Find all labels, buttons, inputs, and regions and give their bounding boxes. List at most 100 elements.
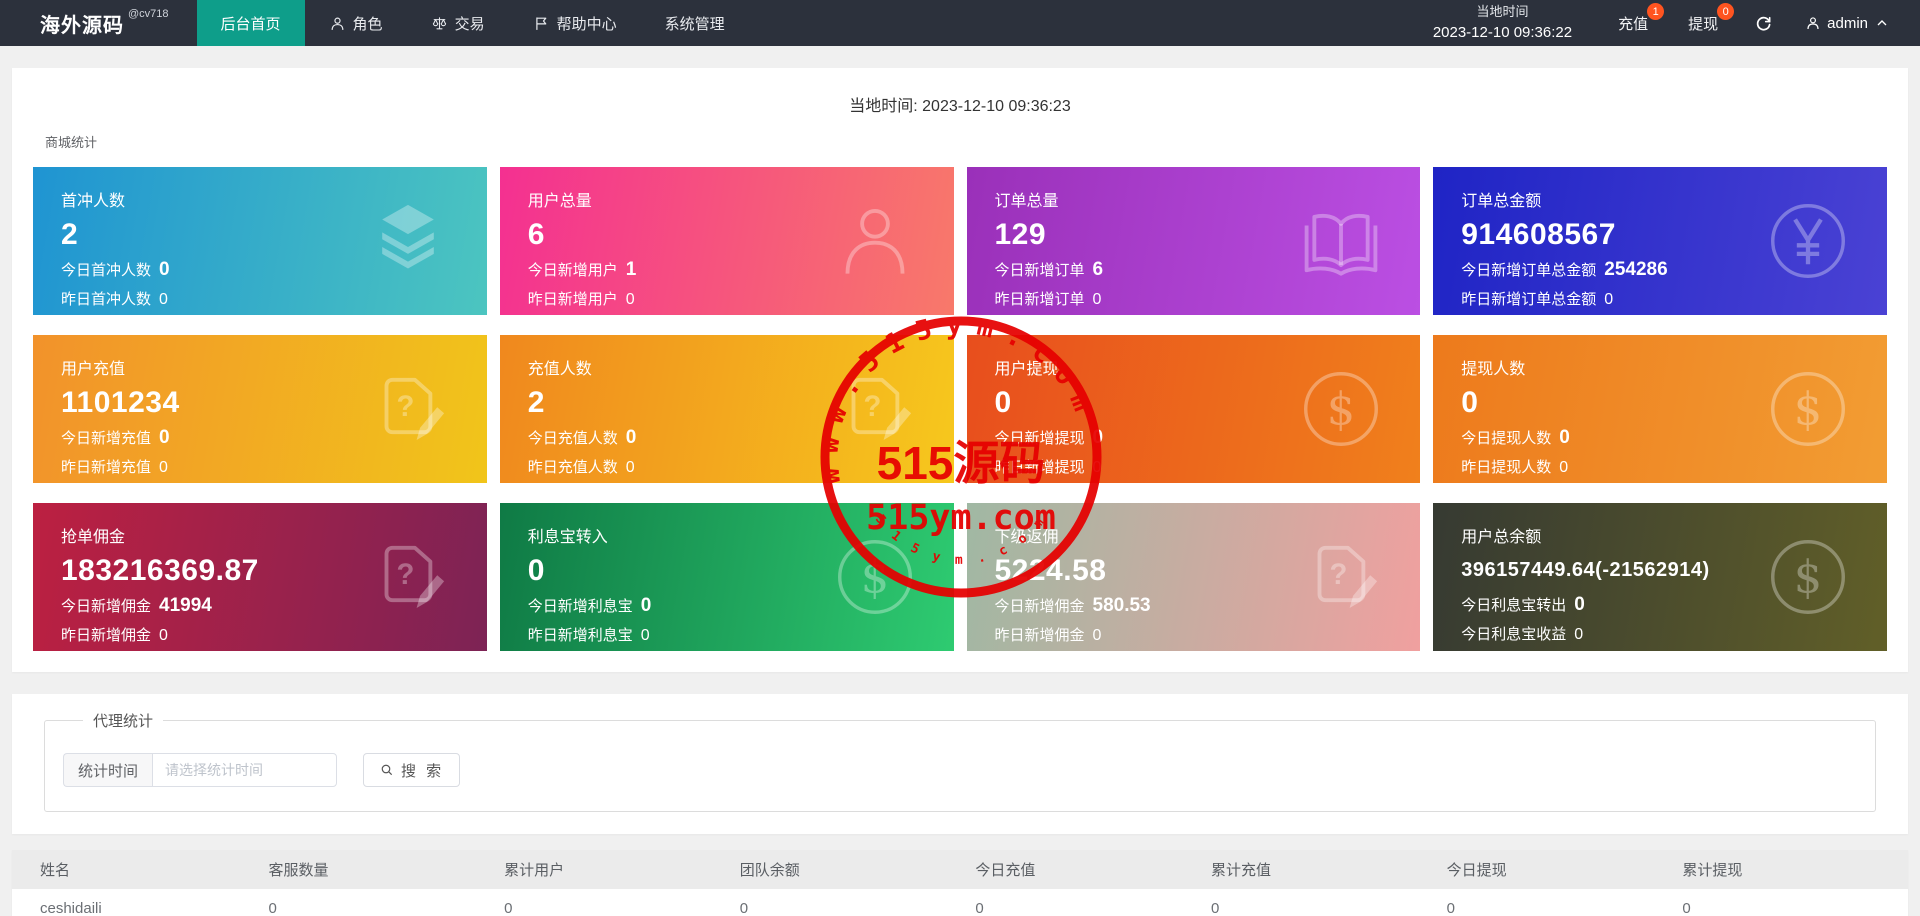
stat-line1-label: 今日新增订单	[994, 262, 1085, 279]
stat-card[interactable]: 用户充值 1101234 今日新增充值 0 昨日新增充值 0 ?	[33, 335, 487, 483]
stat-time-input[interactable]	[152, 753, 338, 787]
file-edit-icon: ?	[1298, 534, 1384, 620]
stat-line2-value: 0	[1559, 459, 1569, 476]
stat-card[interactable]: 利息宝转入 0 今日新增利息宝 0 昨日新增利息宝 0 $	[499, 503, 954, 651]
stat-line1-value: 6	[1092, 259, 1104, 280]
stat-line1-label: 今日新增佣金	[61, 598, 152, 615]
nav-item-label: 角色	[352, 15, 383, 33]
table-row[interactable]: ceshidaili 0 0 0 0 0 0 0	[12, 889, 1908, 916]
file-edit-icon: ?	[832, 366, 918, 452]
stat-card[interactable]: 提现人数 0 今日提现人数 0 昨日提现人数 0 $	[1433, 335, 1887, 483]
stat-card[interactable]: 首冲人数 2 今日首冲人数 0 昨日首冲人数 0	[33, 167, 487, 315]
brand[interactable]: 海外源码 @cv718	[0, 0, 197, 46]
yen-icon	[1765, 198, 1851, 284]
dollar-icon: $	[1765, 366, 1851, 452]
agent-table-header: 今日提现	[1436, 850, 1673, 889]
stat-card[interactable]: 下级返佣 5224.58 今日新增佣金 580.53 昨日新增佣金 0 ?	[966, 503, 1421, 651]
table-cell: 0	[258, 889, 495, 916]
nav-item[interactable]: 系统管理	[641, 0, 749, 46]
svg-text:?: ?	[863, 391, 881, 423]
stat-card[interactable]: 用户总量 6 今日新增用户 1 昨日新增用户 0	[499, 167, 954, 315]
stat-line2-value: 0	[640, 627, 650, 644]
agent-table-header: 姓名	[12, 850, 259, 889]
stat-line2-label: 昨日首冲人数	[61, 291, 152, 308]
stat-card[interactable]: 充值人数 2 今日充值人数 0 昨日充值人数 0 ?	[499, 335, 954, 483]
stat-line1-label: 今日新增订单总金额	[1461, 262, 1597, 279]
stat-line2-label: 今日利息宝收益	[1461, 626, 1567, 643]
stat-line1-value: 0	[640, 595, 652, 616]
recharge-label: 充值	[1618, 15, 1649, 33]
stat-line1-label: 今日新增用户	[527, 262, 618, 279]
stat-time-label: 统计时间	[63, 753, 153, 787]
agent-table-header: 累计用户	[494, 850, 730, 889]
search-button[interactable]: 搜 索	[363, 753, 461, 787]
nav-item-label: 系统管理	[664, 15, 725, 33]
nav-item[interactable]: 后台首页	[196, 0, 305, 46]
svg-text:$: $	[860, 550, 888, 603]
dollar-icon: $	[1765, 534, 1851, 620]
admin-name: admin	[1827, 14, 1868, 32]
stat-line1-label: 今日新增充值	[61, 430, 152, 447]
withdraw-button[interactable]: 提现 0	[1668, 0, 1738, 46]
stat-line1-value: 41994	[159, 595, 212, 616]
navbar-right: 当地时间 2023-12-10 09:36:22 充值 1 提现 0 admin	[1407, 0, 1920, 46]
stat-line2-label: 昨日新增充值	[61, 459, 152, 476]
scales-icon	[431, 15, 448, 32]
stats-section-title: 商城统计	[45, 135, 98, 150]
book-icon	[1298, 198, 1384, 284]
agent-filter-row: 统计时间 搜 索	[63, 753, 1857, 787]
svg-text:?: ?	[396, 559, 414, 591]
local-time-block: 当地时间 2023-12-10 09:36:22	[1407, 0, 1598, 46]
stat-line1-value: 254286	[1604, 259, 1668, 280]
agent-table-header: 客服数量	[258, 850, 495, 889]
table-cell: 0	[1436, 889, 1673, 916]
stat-card[interactable]: 用户提现 0 今日新增提现 0 昨日新增提现 0 $	[966, 335, 1421, 483]
stat-line1-label: 今日首冲人数	[61, 262, 152, 279]
stat-card[interactable]: 用户总余额 396157449.64(-21562914) 今日利息宝转出 0 …	[1433, 503, 1887, 651]
recharge-badge: 1	[1647, 3, 1665, 20]
person-icon	[1807, 17, 1819, 30]
stat-line1-label: 今日新增利息宝	[527, 598, 633, 615]
agent-table-section: 姓名 客服数量 累计用户 团队余额 今日充值 累计充值 今日提现 累计提现 ce…	[12, 850, 1908, 916]
stats-section: 当地时间: 2023-12-10 09:36:23 商城统计 首冲人数 2 今日…	[12, 68, 1908, 672]
nav-item[interactable]: 角色	[305, 0, 407, 46]
svg-text:$: $	[1794, 382, 1822, 435]
refresh-icon[interactable]	[1738, 0, 1789, 46]
stat-card[interactable]: 订单总量 129 今日新增订单 6 昨日新增订单 0	[966, 167, 1421, 315]
admin-menu[interactable]: admin	[1789, 0, 1898, 46]
table-cell: ceshidaili	[12, 889, 259, 916]
search-icon	[381, 764, 393, 776]
nav-item-label: 帮助中心	[556, 15, 617, 33]
nav-item[interactable]: 帮助中心	[509, 0, 641, 46]
stat-line1-label: 今日新增佣金	[994, 598, 1085, 615]
stat-line1-label: 今日利息宝转出	[1461, 597, 1567, 614]
file-edit-icon: ?	[365, 366, 451, 452]
stat-line1-label: 今日充值人数	[527, 430, 618, 447]
stat-card[interactable]: 订单总金额 914608567 今日新增订单总金额 254286 昨日新增订单总…	[1433, 167, 1887, 315]
stat-line1-value: 0	[625, 427, 637, 448]
page-local-time: 当地时间: 2023-12-10 09:36:23	[33, 86, 1887, 130]
chevron-up-icon	[1877, 20, 1887, 26]
user-icon	[329, 15, 346, 32]
stat-line1-value: 580.53	[1092, 595, 1151, 616]
page-local-time-label: 当地时间:	[849, 98, 918, 115]
stat-line1-value: 0	[159, 259, 170, 280]
top-navbar: 海外源码 @cv718 后台首页 角色 交易 帮助中心 系统管理 当地时间 20…	[0, 0, 1920, 46]
svg-text:?: ?	[396, 391, 414, 423]
table-cell: 0	[965, 889, 1202, 916]
stat-line2-label: 昨日新增提现	[994, 459, 1085, 476]
stat-line2-value: 0	[1574, 626, 1584, 643]
brand-title: 海外源码	[40, 14, 124, 37]
table-cell: 0	[1672, 889, 1908, 916]
recharge-button[interactable]: 充值 1	[1598, 0, 1668, 46]
file-edit-icon: ?	[365, 534, 451, 620]
stat-line2-value: 0	[625, 459, 635, 476]
svg-text:$: $	[1327, 382, 1355, 435]
local-time-value: 2023-12-10 09:36:22	[1432, 23, 1573, 41]
agent-stats-section: 代理统计 统计时间 搜 索	[12, 694, 1908, 834]
agent-stats-legend: 代理统计	[93, 713, 154, 730]
dollar-icon: $	[832, 534, 918, 620]
stat-card[interactable]: 抢单佣金 183216369.87 今日新增佣金 41994 昨日新增佣金 0 …	[33, 503, 487, 651]
stat-line2-value: 0	[159, 459, 168, 476]
nav-item[interactable]: 交易	[407, 0, 509, 46]
